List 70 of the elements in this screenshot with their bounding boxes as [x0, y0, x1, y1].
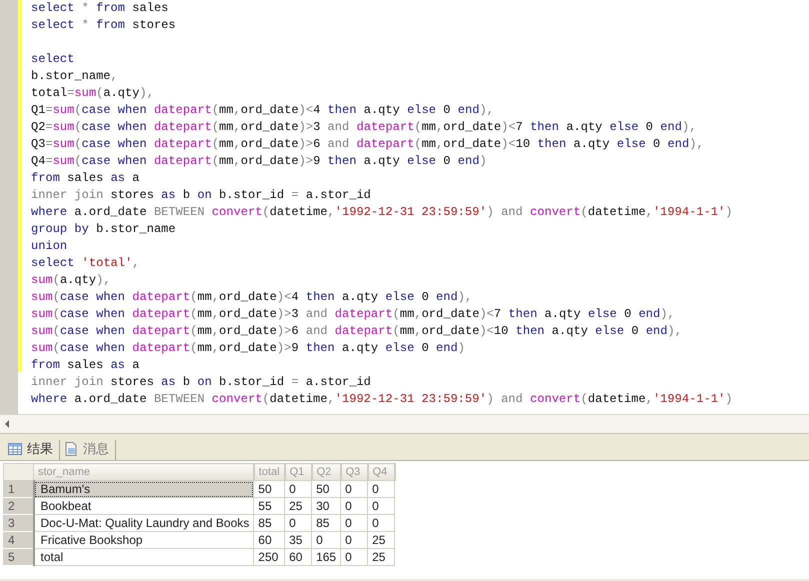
code-line: Q4=sum(case when datepart(mm,ord_date)>9 then a.qty else 0 end)	[31, 153, 487, 170]
code-line: from sales as a	[31, 170, 140, 187]
document-icon	[64, 442, 78, 456]
table-cell: Doc-U-Mat: Quality Laundry and Books	[34, 514, 254, 532]
code-line: sum(case when datepart(mm,ord_date)<4 then a.qty else 0 end),	[31, 289, 472, 306]
row-number[interactable]: 3	[4, 514, 34, 532]
table-cell: 35	[284, 532, 312, 548]
code-line: inner join stores as b on b.stor_id = a.stor_id	[31, 374, 371, 391]
scroll-left-icon[interactable]	[4, 420, 10, 428]
table-cell: 25	[368, 548, 395, 566]
code-line: sum(case when datepart(mm,ord_date)>9 then a.qty else 0 end)	[31, 340, 465, 357]
table-cell: Bookbeat	[34, 498, 254, 514]
code-line: total=sum(a.qty),	[31, 85, 154, 102]
table-cell: 0	[340, 498, 368, 514]
code-line: sum(a.qty),	[31, 272, 111, 289]
code-line: inner join stores as b on b.stor_id = a.stor_id	[31, 187, 371, 204]
code-editor[interactable]	[0, 0, 809, 414]
table-cell: 0	[368, 498, 395, 514]
table-cell: Fricative Bookshop	[34, 532, 254, 548]
table-cell: 0	[368, 480, 395, 498]
row-number[interactable]: 1	[4, 480, 34, 498]
table-cell: 85	[312, 514, 341, 532]
code-line: where a.ord_date BETWEEN convert(datetime,'1992-12-31 23:59:59') and convert(datetime,'1994-1-1')	[31, 391, 732, 408]
code-line: Q1=sum(case when datepart(mm,ord_date)<4 then a.qty else 0 end),	[31, 102, 494, 119]
table-cell: 85	[254, 514, 285, 532]
table-cell: 0	[312, 532, 341, 548]
table-cell: 55	[254, 498, 285, 514]
table-cell: 250	[254, 548, 285, 566]
table-cell: 0	[340, 548, 368, 566]
code-line: Q3=sum(case when datepart(mm,ord_date)>6 and datepart(mm,ord_date)<10 then a.qty else 0 end),	[31, 136, 704, 153]
code-line: b.stor_name,	[31, 68, 118, 85]
table-cell: 60	[284, 548, 312, 566]
code-line: select	[31, 51, 74, 68]
table-cell: 50	[312, 480, 341, 498]
column-header[interactable]: Q4	[368, 464, 395, 480]
row-number[interactable]: 5	[4, 548, 34, 566]
table-cell: 0	[340, 480, 368, 498]
column-header[interactable]: total	[254, 464, 285, 480]
code-line: Q2=sum(case when datepart(mm,ord_date)>3 and datepart(mm,ord_date)<7 then a.qty else 0 end),	[31, 119, 696, 136]
row-number[interactable]: 4	[4, 532, 34, 548]
column-header[interactable]: Q2	[312, 464, 341, 480]
table-cell: 0	[284, 514, 312, 532]
table-cell: 60	[254, 532, 285, 548]
code-line: select 'total',	[31, 255, 140, 272]
table-cell: 0	[340, 532, 368, 548]
code-line: sum(case when datepart(mm,ord_date)>3 and datepart(mm,ord_date)<7 then a.qty else 0 end),	[31, 306, 675, 323]
column-header[interactable]: Q3	[340, 464, 368, 480]
code-line: select * from stores	[31, 17, 176, 34]
code-line: sum(case when datepart(mm,ord_date)>6 and datepart(mm,ord_date)<10 then a.qty else 0 end),	[31, 323, 682, 340]
code-line: group by b.stor_name	[31, 221, 176, 238]
table-cell: Bamum's	[34, 480, 254, 498]
table-cell: 30	[312, 498, 341, 514]
table-cell: 25	[284, 498, 312, 514]
table-cell: total	[34, 548, 254, 566]
table-cell: 25	[368, 532, 395, 548]
code-line: where a.ord_date BETWEEN convert(datetime,'1992-12-31 23:59:59') and convert(datetime,'1994-1-1')	[31, 204, 732, 221]
table-cell: 0	[284, 480, 312, 498]
grid-icon	[8, 443, 22, 455]
code-line: from sales as a	[31, 357, 140, 374]
table-cell: 0	[368, 514, 395, 532]
table-cell: 50	[254, 480, 285, 498]
column-header[interactable]: stor_name	[34, 464, 254, 480]
result-tab[interactable]: 消息	[60, 440, 116, 460]
row-number[interactable]: 2	[4, 498, 34, 514]
table-cell: 165	[312, 548, 341, 566]
horizontal-scrollbar[interactable]	[0, 414, 809, 434]
code-line: select * from sales	[31, 0, 168, 17]
column-header[interactable]: Q1	[284, 464, 312, 480]
code-line: union	[31, 238, 68, 255]
table-cell: 0	[340, 514, 368, 532]
